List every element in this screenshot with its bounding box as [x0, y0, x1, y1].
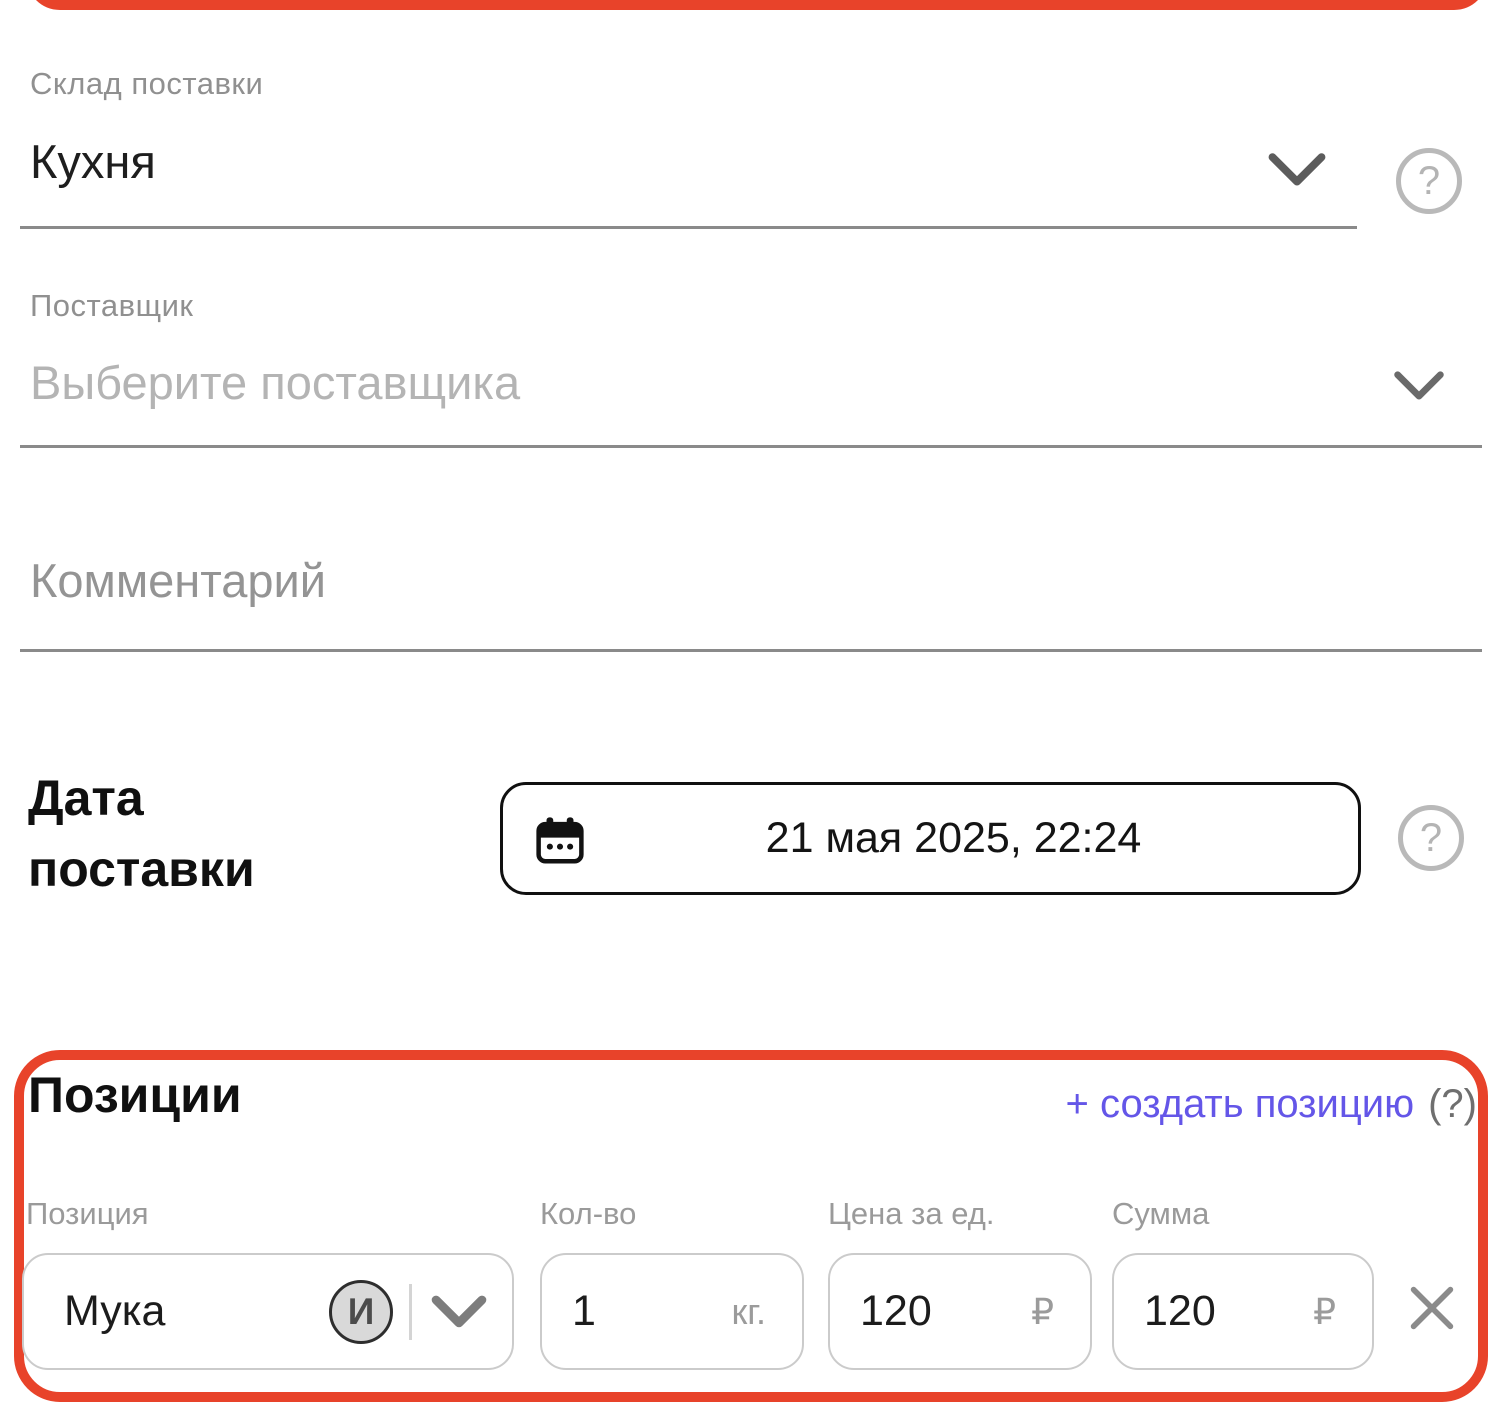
- positions-help-link[interactable]: (?): [1428, 1082, 1477, 1127]
- total-input[interactable]: 120 ₽: [1112, 1253, 1374, 1370]
- position-value: Мука: [64, 1287, 165, 1336]
- modifier-badge: И: [329, 1280, 393, 1344]
- calendar-icon: [533, 813, 587, 869]
- remove-row-icon[interactable]: [1406, 1282, 1458, 1334]
- positions-header-actions: + создать позицию (?): [1066, 1082, 1477, 1127]
- warehouse-select-value[interactable]: Кухня: [30, 134, 156, 189]
- supply-form: Склад поставки Кухня ? Поставщик Выберит…: [0, 0, 1502, 1416]
- comment-input[interactable]: Комментарий: [30, 553, 326, 608]
- position-select[interactable]: Мука И: [22, 1253, 514, 1370]
- supplier-chevron-down-icon[interactable]: [1392, 368, 1446, 404]
- delivery-date-label: Дата поставки: [28, 763, 358, 905]
- delivery-date-help-icon[interactable]: ?: [1398, 805, 1464, 871]
- supplier-underline: [20, 445, 1482, 448]
- column-label-total: Сумма: [1112, 1196, 1209, 1232]
- top-highlight-annotation: [26, 0, 1488, 10]
- create-position-link[interactable]: + создать позицию: [1066, 1082, 1415, 1127]
- total-value: 120: [1144, 1287, 1216, 1336]
- comment-underline: [20, 649, 1482, 652]
- warehouse-underline: [20, 226, 1357, 229]
- delivery-date-button[interactable]: 21 мая 2025, 22:24: [500, 782, 1361, 895]
- unit-price-value: 120: [860, 1287, 932, 1336]
- quantity-unit: кг.: [732, 1291, 767, 1333]
- select-divider: [409, 1284, 412, 1340]
- total-currency: ₽: [1313, 1291, 1336, 1333]
- column-label-position: Позиция: [26, 1196, 149, 1232]
- warehouse-help-icon[interactable]: ?: [1396, 148, 1462, 214]
- column-label-quantity: Кол-во: [540, 1196, 636, 1232]
- position-chevron-down-icon[interactable]: [430, 1295, 488, 1329]
- supplier-select-placeholder[interactable]: Выберите поставщика: [30, 355, 520, 410]
- unit-price-currency: ₽: [1031, 1291, 1054, 1333]
- positions-title: Позиции: [28, 1066, 242, 1124]
- quantity-input[interactable]: 1 кг.: [540, 1253, 804, 1370]
- delivery-date-value: 21 мая 2025, 22:24: [720, 814, 1142, 863]
- warehouse-label: Склад поставки: [30, 66, 263, 102]
- supplier-label: Поставщик: [30, 288, 193, 324]
- quantity-value: 1: [572, 1287, 596, 1336]
- warehouse-chevron-down-icon[interactable]: [1266, 150, 1328, 190]
- unit-price-input[interactable]: 120 ₽: [828, 1253, 1092, 1370]
- column-label-unit-price: Цена за ед.: [828, 1196, 994, 1232]
